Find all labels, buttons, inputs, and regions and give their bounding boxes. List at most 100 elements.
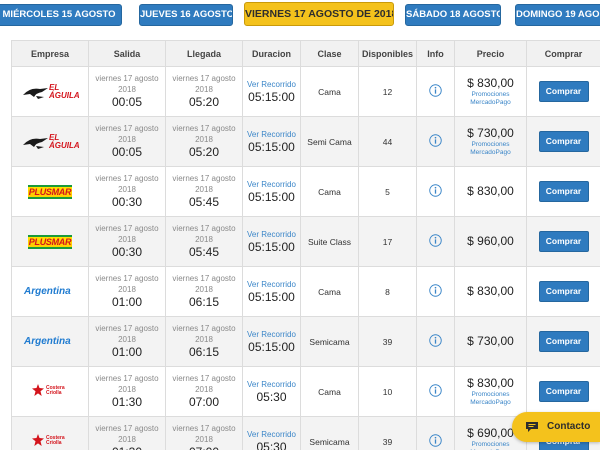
info-icon[interactable] (429, 184, 442, 197)
table-row: Argentina viernes 17 agosto 2018 01:00 viern… (11, 266, 600, 317)
info-icon[interactable] (429, 284, 442, 297)
cell-clase: Suite Class (300, 216, 359, 267)
arrival-time: 06:15 (188, 345, 220, 359)
promo-link[interactable]: Promociones (455, 91, 526, 99)
departure-year: 2018 (118, 285, 136, 294)
duration: 05:15:00 (248, 189, 295, 204)
arrival-year: 2018 (195, 385, 213, 394)
cell-salida: viernes 17 agosto 2018 01:00 (88, 266, 166, 317)
arrival-year: 2018 (195, 435, 213, 444)
arrival-date: viernes 17 agosto (172, 424, 236, 433)
comprar-button[interactable]: Comprar (538, 181, 589, 202)
arrival-date: viernes 17 agosto (172, 374, 236, 383)
cell-precio: $ 960,00 (454, 216, 527, 267)
ver-recorrido-link[interactable]: Ver Recorrido (243, 379, 300, 390)
mercadopago-link[interactable]: MercadoPago (455, 99, 526, 107)
cell-disponibles: 39 (358, 316, 417, 367)
company-logo-text: EL ÁGUILA (49, 132, 80, 150)
ver-recorrido-link[interactable]: Ver Recorrido (243, 179, 300, 190)
company-logo-text: Costera Criolla (46, 384, 65, 396)
arrival-time: 05:20 (188, 145, 220, 159)
date-tab-domingo[interactable]: DOMINGO 19 AGOSTO (515, 4, 600, 26)
price: $ 960,00 (467, 234, 514, 248)
ver-recorrido-link[interactable]: Ver Recorrido (243, 329, 300, 340)
cell-info (416, 216, 455, 267)
duration: 05:15:00 (248, 89, 295, 104)
company-logo-text: Argentina (24, 285, 71, 297)
header-salida: Salida (88, 40, 166, 67)
price: $ 730,00 (467, 126, 514, 140)
date-tab-jueves[interactable]: JUEVES 16 AGOSTO (139, 4, 233, 26)
cell-clase: Cama (300, 266, 359, 317)
cell-comprar: Comprar (526, 316, 600, 367)
duration: 05:15:00 (248, 139, 295, 154)
table-header-row: Empresa Salida Llegada Duracion Clase Di… (11, 40, 600, 67)
company-logo-plusmar: PLUSMAR (27, 234, 73, 249)
info-icon[interactable] (429, 234, 442, 247)
company-logo-text: Argentina (24, 335, 71, 347)
arrival-year: 2018 (195, 135, 213, 144)
cell-precio: $ 830,00 Promociones MercadoPago (454, 66, 527, 117)
comprar-button[interactable]: Comprar (538, 81, 589, 102)
arrival-date: viernes 17 agosto (172, 274, 236, 283)
departure-year: 2018 (118, 385, 136, 394)
company-logo-text: EL ÁGUILA (49, 82, 80, 100)
departure-date: viernes 17 agosto (95, 224, 159, 233)
departure-date: viernes 17 agosto (95, 324, 159, 333)
cell-precio: $ 730,00 Promociones MercadoPago (454, 116, 527, 167)
arrival-date: viernes 17 agosto (172, 324, 236, 333)
info-icon[interactable] (429, 384, 442, 397)
promo-link[interactable]: Promociones (455, 391, 526, 399)
comprar-button[interactable]: Comprar (538, 281, 589, 302)
departure-time: 00:05 (111, 145, 143, 159)
cell-disponibles: 10 (358, 366, 417, 417)
ver-recorrido-link[interactable]: Ver Recorrido (243, 129, 300, 140)
date-tab-sabado[interactable]: SÁBADO 18 AGOSTO (405, 4, 501, 26)
cell-duracion: Ver Recorrido 05:15:00 (242, 266, 301, 317)
arrival-date: viernes 17 agosto (172, 74, 236, 83)
header-empresa: Empresa (11, 40, 89, 67)
header-llegada: Llegada (165, 40, 243, 67)
info-icon[interactable] (429, 434, 442, 447)
cell-info (416, 316, 455, 367)
table-row: Costera Criollaviernes 17 agosto201801:3… (11, 366, 600, 417)
ver-recorrido-link[interactable]: Ver Recorrido (243, 429, 300, 440)
cell-precio: $ 830,00 Promociones MercadoPago (454, 366, 527, 417)
header-precio: Precio (454, 40, 527, 67)
arrival-time: 07:00 (166, 445, 242, 450)
comprar-button[interactable]: Comprar (538, 381, 589, 402)
info-icon[interactable] (429, 334, 442, 347)
contact-button[interactable]: Contacto (512, 412, 600, 442)
cell-salida: viernes 17 agosto 201801:30 (88, 416, 166, 450)
cell-clase: Semi Cama (300, 116, 359, 167)
cell-empresa: Costera Criolla (11, 416, 89, 450)
date-tab-miercoles[interactable]: MIÉRCOLES 15 AGOSTO (0, 4, 122, 26)
info-icon[interactable] (429, 84, 442, 97)
ver-recorrido-link[interactable]: Ver Recorrido (243, 79, 300, 90)
comprar-button[interactable]: Comprar (538, 331, 589, 352)
duration: 05:15:00 (248, 239, 295, 254)
cell-duracion: Ver Recorrido 05:30 (242, 416, 301, 450)
mercadopago-link[interactable]: MercadoPago (455, 399, 526, 407)
ver-recorrido-link[interactable]: Ver Recorrido (243, 279, 300, 290)
ver-recorrido-link[interactable]: Ver Recorrido (243, 229, 300, 240)
mercadopago-link[interactable]: MercadoPago (455, 149, 526, 157)
arrival-date: viernes 17 agosto (172, 174, 236, 183)
price: $ 830,00 (467, 376, 514, 390)
cell-disponibles: 8 (358, 266, 417, 317)
departure-time: 01:30 (111, 395, 143, 409)
date-tab-viernes[interactable]: VIERNES 17 AGOSTO DE 2018 (244, 2, 394, 26)
comprar-button[interactable]: Comprar (538, 231, 589, 252)
comprar-button[interactable]: Comprar (538, 131, 589, 152)
cell-disponibles: 17 (358, 216, 417, 267)
arrival-date: viernes 17 agosto (172, 224, 236, 233)
departure-year: 2018 (118, 135, 136, 144)
promo-link[interactable]: Promociones (455, 441, 526, 449)
header-info: Info (416, 40, 455, 67)
cell-clase: Cama (300, 66, 359, 117)
promo-link[interactable]: Promociones (455, 141, 526, 149)
star-icon (32, 433, 44, 446)
table-row: EL ÁGUILA viernes 17 agosto 2018 00:05 viern… (11, 116, 600, 167)
cell-comprar: Comprar (526, 216, 600, 267)
info-icon[interactable] (429, 134, 442, 147)
